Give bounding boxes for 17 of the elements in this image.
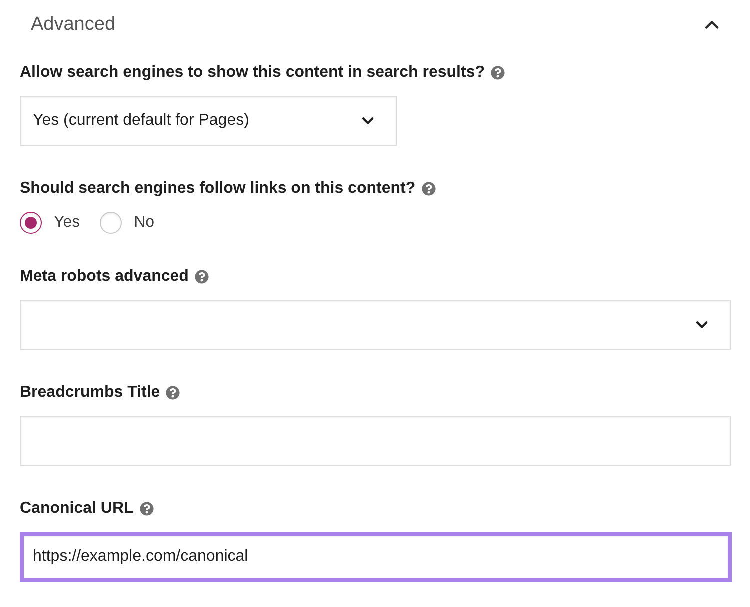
help-icon[interactable] (422, 182, 436, 196)
option-label: Yes (54, 214, 80, 232)
select-dropdown[interactable]: Yes (current default for Pages) (20, 96, 397, 146)
field-label: Meta robots advanced (20, 268, 189, 286)
help-icon[interactable] (491, 66, 505, 80)
field-label: Should search engines follow links on this content? (20, 180, 416, 198)
radio-button[interactable] (20, 212, 42, 234)
help-icon[interactable] (194, 270, 209, 284)
help-icon[interactable] (140, 502, 154, 516)
field-label: Breadcrumbs Title (20, 384, 160, 402)
option-label: No (134, 214, 155, 232)
text-input[interactable]: https://example.com/canonical (20, 532, 732, 582)
section-toggle[interactable]: Advanced (0, 0, 750, 50)
text-input[interactable] (20, 416, 731, 466)
field-label: Allow search engines to show this content in search results? (20, 64, 485, 82)
field-label: Canonical URL (20, 500, 134, 518)
help-icon[interactable] (166, 386, 180, 400)
